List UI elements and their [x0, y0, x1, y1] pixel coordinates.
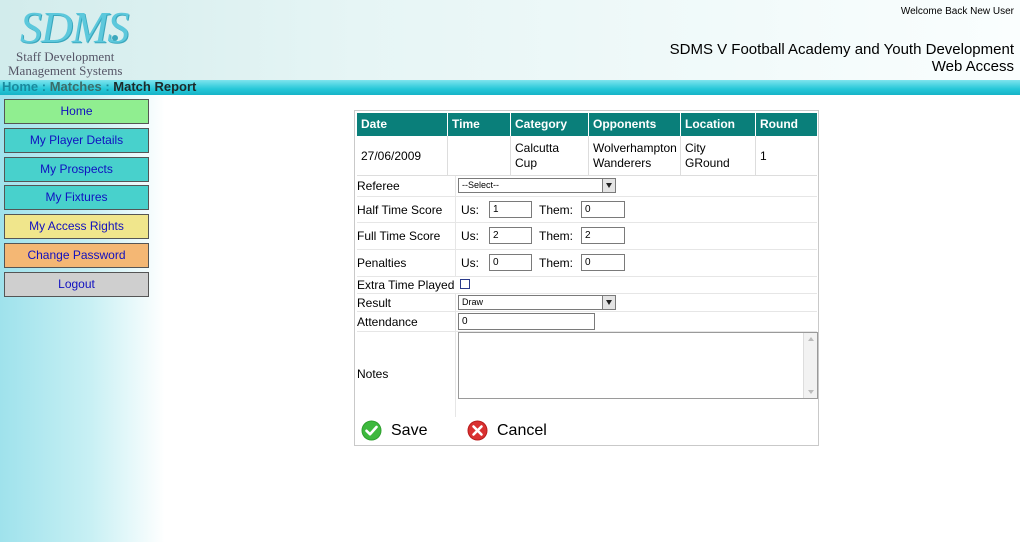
fixture-header-row: Date Time Category Opponents Location Ro…	[357, 113, 817, 136]
row-divider	[455, 250, 456, 276]
row-divider	[455, 176, 456, 196]
column-header-category: Category	[511, 113, 589, 136]
result-row: Result Draw	[357, 294, 817, 312]
penalties-row: Penalties Us: 0 Them: 0	[357, 250, 817, 277]
fixture-category-line2: Cup	[515, 156, 538, 170]
full-time-us-input[interactable]: 2	[489, 227, 532, 244]
full-time-row: Full Time Score Us: 2 Them: 2	[357, 223, 817, 250]
fixture-round: 1	[760, 149, 767, 163]
fixture-opponents: Wolverhampton Wanderers	[589, 136, 681, 176]
row-divider	[455, 332, 456, 417]
sidebar-item-my-fixtures[interactable]: My Fixtures	[4, 185, 149, 210]
fixture-date: 27/06/2009	[357, 136, 448, 176]
cancel-x-icon	[467, 420, 488, 441]
sidebar-item-my-access-rights[interactable]: My Access Rights	[4, 214, 149, 239]
table-row: 27/06/2009 Calcutta Cup Wolverhampton Wa…	[357, 136, 817, 176]
logo-line2: Management Systems	[8, 63, 123, 78]
column-header-date: Date	[357, 113, 448, 136]
row-divider	[455, 197, 456, 222]
row-divider	[455, 223, 456, 249]
breadcrumb-matches[interactable]: Matches	[50, 79, 102, 94]
penalties-them-input[interactable]: 0	[581, 254, 625, 271]
breadcrumb-separator: :	[101, 79, 114, 94]
cancel-button[interactable]: Cancel	[467, 419, 557, 443]
column-header-location: Location	[681, 113, 756, 136]
app-title-line1: SDMS V Football Academy and Youth Develo…	[669, 41, 1014, 58]
full-time-them-input[interactable]: 2	[581, 227, 625, 244]
half-time-row: Half Time Score Us: 1 Them: 0	[357, 197, 817, 223]
half-us-label: Us:	[461, 203, 479, 217]
result-select-value: Draw	[462, 297, 484, 307]
extra-time-row: Extra Time Played	[357, 277, 817, 294]
extra-time-label: Extra Time Played	[357, 278, 455, 292]
sidebar-item-change-password[interactable]: Change Password	[4, 243, 149, 268]
pen-them-label: Them:	[539, 256, 574, 270]
sidebar-item-my-player-details[interactable]: My Player Details	[4, 128, 149, 153]
result-select[interactable]: Draw	[458, 295, 616, 310]
fixture-time	[448, 136, 511, 176]
result-label: Result	[357, 296, 392, 310]
penalties-label: Penalties	[357, 256, 407, 270]
referee-select-value: --Select--	[462, 180, 500, 190]
fixture-category-line1: Calcutta	[515, 141, 560, 155]
logo-mark: SDMS	[20, 3, 129, 52]
attendance-input[interactable]: 0	[458, 313, 595, 330]
app-title: SDMS V Football Academy and Youth Develo…	[670, 41, 1014, 75]
sidebar-item-logout[interactable]: Logout	[4, 272, 149, 297]
column-header-opponents: Opponents	[589, 113, 681, 136]
full-them-label: Them:	[539, 229, 574, 243]
breadcrumb-separator: :	[38, 79, 50, 94]
column-header-round: Round	[760, 117, 798, 131]
fixture-opponents-line1: Wolverhampton	[593, 141, 677, 155]
notes-row: Notes	[357, 332, 818, 417]
save-check-icon	[361, 420, 382, 441]
half-time-them-input[interactable]: 0	[581, 201, 625, 218]
fixture-category: Calcutta Cup	[511, 136, 589, 176]
pen-us-label: Us:	[461, 256, 479, 270]
column-header-time: Time	[448, 113, 511, 136]
sidebar-item-home[interactable]: Home	[4, 99, 149, 124]
full-us-label: Us:	[461, 229, 479, 243]
notes-label: Notes	[357, 367, 389, 381]
referee-row: Referee --Select--	[357, 176, 817, 197]
sdms-logo: SDMS Staff Development Management System…	[8, 2, 158, 80]
breadcrumb: Home : Matches : Match Report	[2, 80, 196, 94]
logo-dot	[112, 35, 118, 41]
chevron-down-icon[interactable]	[602, 296, 615, 309]
breadcrumb-current: Match Report	[113, 79, 197, 94]
attendance-label: Attendance	[357, 315, 418, 329]
referee-select[interactable]: --Select--	[458, 178, 616, 193]
save-button[interactable]: Save	[361, 419, 441, 443]
sidebar-item-my-prospects[interactable]: My Prospects	[4, 157, 149, 182]
full-time-label: Full Time Score	[357, 229, 441, 243]
notes-scrollbar[interactable]	[803, 333, 817, 398]
chevron-down-icon[interactable]	[602, 179, 615, 192]
save-label: Save	[391, 422, 428, 439]
attendance-row: Attendance 0	[357, 312, 817, 332]
row-divider	[455, 312, 456, 331]
extra-time-checkbox[interactable]	[460, 279, 470, 289]
app-header: SDMS Staff Development Management System…	[0, 0, 1020, 80]
fixture-opponents-line2: Wanderers	[593, 156, 652, 170]
fixture-location-line2: GRound	[685, 156, 730, 170]
app-title-line2: Web Access	[931, 58, 1014, 75]
sidebar: Home My Player Details My Prospects My F…	[0, 95, 165, 542]
notes-textarea[interactable]	[458, 332, 818, 399]
cancel-label: Cancel	[497, 422, 547, 439]
welcome-message: Welcome Back New User	[900, 6, 1014, 17]
half-them-label: Them:	[539, 203, 574, 217]
penalties-us-input[interactable]: 0	[489, 254, 532, 271]
row-divider	[455, 294, 456, 311]
match-report-panel: Date Time Category Opponents Location Ro…	[354, 110, 819, 446]
fixture-location-line1: City	[685, 141, 706, 155]
half-time-label: Half Time Score	[357, 203, 443, 217]
referee-label: Referee	[357, 179, 400, 193]
half-time-us-input[interactable]: 1	[489, 201, 532, 218]
fixture-location: City GRound	[681, 136, 756, 176]
breadcrumb-home[interactable]: Home	[2, 79, 38, 94]
